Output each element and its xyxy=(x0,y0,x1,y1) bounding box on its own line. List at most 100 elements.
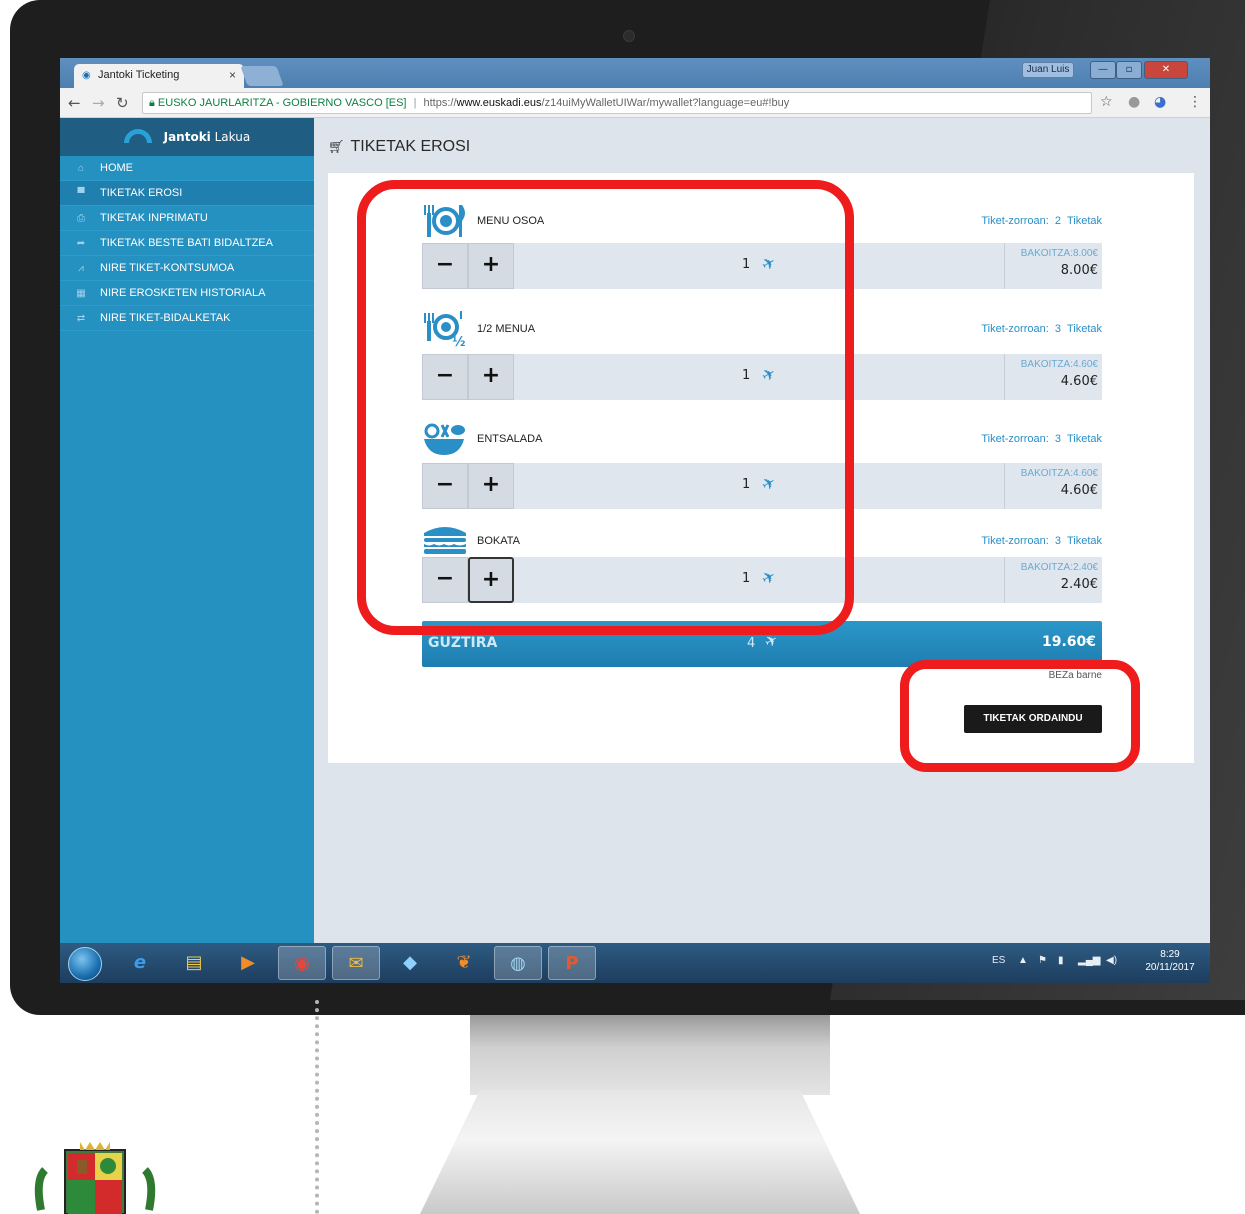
lync-icon[interactable]: ◍ xyxy=(494,946,542,980)
share-icon: ➦ xyxy=(76,238,86,249)
price-box: BAKOITZA:2.40€ 2.40€ xyxy=(1004,557,1102,603)
lock-icon: 🔒︎ xyxy=(149,97,155,109)
sidebar-item-label: HOME xyxy=(100,162,133,174)
sidebar-item-label: TIKETAK EROSI xyxy=(100,187,183,199)
line-total: 4.60€ xyxy=(1060,374,1098,389)
sidebar-item-label: NIRE TIKET-KONTSUMOA xyxy=(100,262,235,274)
line-total: 8.00€ xyxy=(1060,263,1098,278)
windows-taskbar: e ▤ ▶ ◉ ✉ ◆ ❦ ◍ P ES ▲ ⚑ ▮ ▂▄▆ ◀) 8:29 2… xyxy=(60,943,1210,983)
sidebar: Jantoki Lakua ⌂ HOME ▀ TIKETAK EROSI ⎙ TIKE… xyxy=(60,118,314,943)
chrome-icon[interactable]: ◉ xyxy=(278,946,326,980)
close-window-button[interactable]: ✕ xyxy=(1144,61,1188,79)
monitor-stand-base xyxy=(420,1090,860,1214)
wallet-count: Tiket-zorroan: 3 Tiketak xyxy=(981,323,1102,335)
tab-title: Jantoki Ticketing xyxy=(98,69,180,81)
wallet-count: Tiket-zorroan: 3 Tiketak xyxy=(981,433,1102,445)
line-total: 4.60€ xyxy=(1060,483,1098,498)
favicon-icon: ◉ xyxy=(82,70,91,81)
tray-expand-icon[interactable]: ▲ xyxy=(1018,955,1028,966)
new-tab-button[interactable] xyxy=(240,66,284,86)
browser-menu-icon[interactable]: ⋮ xyxy=(1188,94,1202,110)
price-box: BAKOITZA:4.60€ 4.60€ xyxy=(1004,463,1102,509)
pay-button-highlight-box xyxy=(900,660,1140,772)
total-sum: 19.60€ xyxy=(1041,634,1096,650)
back-icon[interactable]: ← xyxy=(68,94,81,112)
sidebar-item-send-tickets[interactable]: ➦ TIKETAK BESTE BATI BIDALTZEA xyxy=(60,231,314,256)
minimize-button[interactable]: — xyxy=(1090,61,1116,79)
brand-name-rest: Lakua xyxy=(214,130,251,144)
onenote-icon[interactable]: ◆ xyxy=(386,946,434,980)
jantoki-logo-icon xyxy=(123,128,152,143)
print-icon: ⎙ xyxy=(77,213,85,224)
media-player-icon[interactable]: ▶ xyxy=(224,946,272,980)
maximize-button[interactable]: ▫ xyxy=(1116,61,1142,79)
clock-date: 20/11/2017 xyxy=(1145,962,1195,973)
unit-price: BAKOITZA:8.00€ xyxy=(1020,248,1098,259)
transfer-icon: ⇄ xyxy=(76,313,86,324)
sidebar-item-home[interactable]: ⌂ HOME xyxy=(60,156,314,181)
unit-price: BAKOITZA:4.60€ xyxy=(1020,359,1098,370)
webcam xyxy=(623,30,635,42)
clock-time: 8:29 xyxy=(1160,949,1180,960)
calculator-icon: ▦ xyxy=(76,288,86,299)
unit-price: BAKOITZA:2.40€ xyxy=(1020,562,1098,573)
flag-icon[interactable]: ⚑ xyxy=(1038,955,1047,966)
line-total: 2.40€ xyxy=(1060,577,1098,592)
outlook-icon[interactable]: ✉ xyxy=(332,946,380,980)
total-label: GUZTIRA xyxy=(428,635,498,651)
browser-tab-bar: ◉ Jantoki Ticketing × Juan Luis — ▫ ✕ xyxy=(60,58,1210,88)
sidebar-item-purchase-history[interactable]: ▦ NIRE EROSKETEN HISTORIALA xyxy=(60,281,314,306)
globe-extension-icon[interactable]: ◕ xyxy=(1154,94,1166,110)
coat-of-arms-logo xyxy=(34,1142,156,1214)
browser-address-bar: ← → ↻ 🔒︎ EUSKO JAURLARITZA - GOBIERNO VA… xyxy=(60,88,1210,118)
power-icon[interactable]: ▮ xyxy=(1058,955,1064,966)
url-input[interactable]: 🔒︎ EUSKO JAURLARITZA - GOBIERNO VASCO [E… xyxy=(142,92,1092,114)
total-count: 4 xyxy=(747,636,756,651)
unit-price: BAKOITZA:4.60€ xyxy=(1020,468,1098,479)
forward-icon[interactable]: → xyxy=(92,94,105,112)
page-title-text: TIKETAK EROSI xyxy=(350,138,471,155)
extension-icon[interactable]: ● xyxy=(1128,94,1140,110)
products-highlight-box xyxy=(357,180,854,635)
sidebar-item-buy-tickets[interactable]: ▀ TIKETAK EROSI xyxy=(60,181,314,206)
start-button[interactable] xyxy=(68,947,102,981)
dotted-divider xyxy=(315,1000,319,1214)
file-explorer-icon[interactable]: ▤ xyxy=(170,946,218,980)
volume-icon[interactable]: ◀) xyxy=(1106,955,1117,966)
wallet-count: Tiket-zorroan: 3 Tiketak xyxy=(981,535,1102,547)
url-separator: | xyxy=(413,97,417,109)
window-user-badge[interactable]: Juan Luis xyxy=(1022,62,1074,78)
tab-close-icon[interactable]: × xyxy=(229,68,236,82)
url-host: www.euskadi.eus xyxy=(456,97,542,109)
powerpoint-icon[interactable]: P xyxy=(548,946,596,980)
butterfly-app-icon[interactable]: ❦ xyxy=(440,946,488,980)
internet-explorer-icon[interactable]: e xyxy=(116,946,164,980)
page-title: 🛒︎ TIKETAK EROSI xyxy=(328,138,470,156)
chart-icon: ⩘ xyxy=(78,263,84,274)
sidebar-item-label: NIRE EROSKETEN HISTORIALA xyxy=(100,287,266,299)
price-box: BAKOITZA:8.00€ 8.00€ xyxy=(1004,243,1102,289)
url-path: /z14uiMyWalletUIWar/mywallet?language=eu… xyxy=(541,97,790,109)
brand-name-strong: Jantoki xyxy=(163,130,211,144)
sidebar-item-label: TIKETAK INPRIMATU xyxy=(100,212,208,224)
url-scheme: https:// xyxy=(423,97,457,109)
url-org: EUSKO JAURLARITZA - GOBIERNO VASCO [ES] xyxy=(157,97,407,109)
network-icon[interactable]: ▂▄▆ xyxy=(1078,955,1100,966)
sidebar-item-label: NIRE TIKET-BIDALKETAK xyxy=(100,312,231,324)
system-clock[interactable]: 8:29 20/11/2017 xyxy=(1140,948,1200,974)
sidebar-item-consumption[interactable]: ⩘ NIRE TIKET-KONTSUMOA xyxy=(60,256,314,281)
sidebar-brand[interactable]: Jantoki Lakua xyxy=(60,118,314,156)
price-box: BAKOITZA:4.60€ 4.60€ xyxy=(1004,354,1102,400)
cart-icon: ▀ xyxy=(77,188,85,199)
language-indicator[interactable]: ES xyxy=(992,955,1005,966)
sidebar-item-transfers[interactable]: ⇄ NIRE TIKET-BIDALKETAK xyxy=(60,306,314,331)
shopping-cart-icon: 🛒︎ xyxy=(328,139,345,154)
monitor-stand-neck xyxy=(470,1015,830,1095)
reload-icon[interactable]: ↻ xyxy=(116,94,129,112)
browser-tab[interactable]: ◉ Jantoki Ticketing × xyxy=(74,64,244,88)
bookmark-star-icon[interactable]: ☆ xyxy=(1100,94,1113,110)
home-icon: ⌂ xyxy=(77,163,85,174)
wallet-count: Tiket-zorroan: 2 Tiketak xyxy=(981,215,1102,227)
sidebar-item-print-tickets[interactable]: ⎙ TIKETAK INPRIMATU xyxy=(60,206,314,231)
sidebar-item-label: TIKETAK BESTE BATI BIDALTZEA xyxy=(100,237,273,249)
